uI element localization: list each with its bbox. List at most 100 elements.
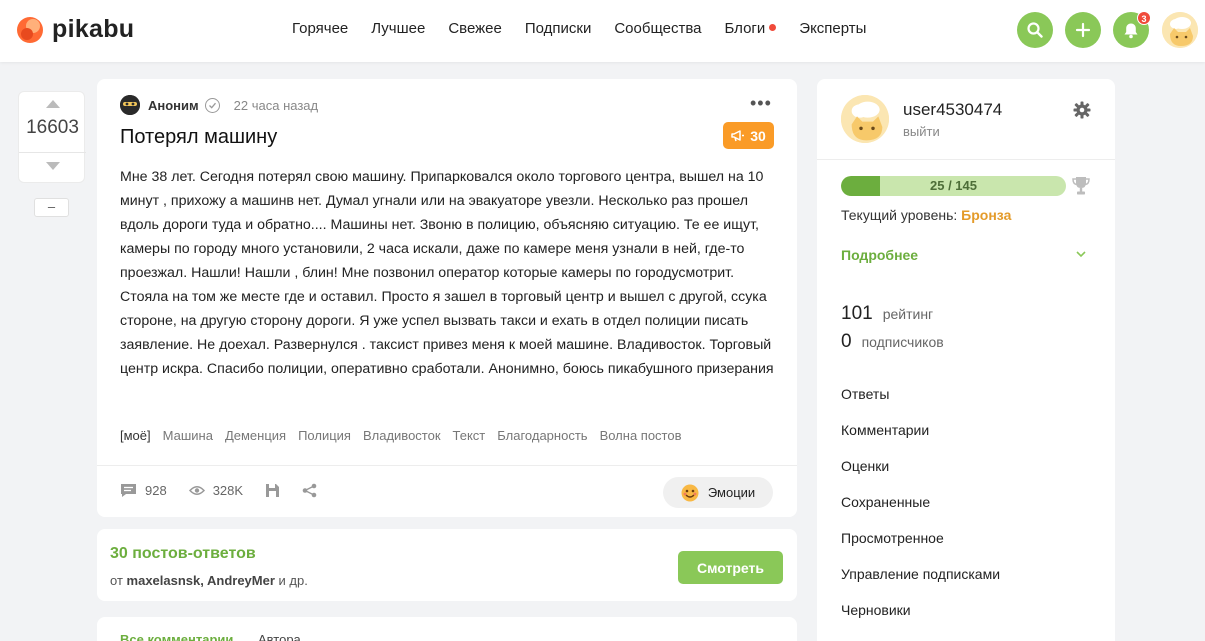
post-rating: 16603 <box>18 91 86 183</box>
level-progress-text: 25 / 145 <box>930 178 977 193</box>
save-button[interactable] <box>265 483 280 498</box>
sidebar-avatar[interactable] <box>841 95 889 143</box>
floppy-save-icon <box>266 484 280 497</box>
share-button[interactable] <box>302 483 317 498</box>
rating-stat-label: рейтинг <box>882 306 934 322</box>
subscribers-stat-label: подписчиков <box>861 334 944 350</box>
menu-saved[interactable]: Сохраненные <box>841 494 930 510</box>
answers-authors[interactable]: maxelasnsk, AndreyMer <box>127 573 275 588</box>
promo-value: 30 <box>750 127 766 144</box>
search-icon <box>1027 22 1043 38</box>
logo-text: pikabu <box>52 15 135 43</box>
tag-item[interactable]: Текст <box>453 428 486 443</box>
anonymous-avatar-icon[interactable] <box>120 95 140 115</box>
eye-icon <box>188 486 205 495</box>
nav-hot[interactable]: Горячее <box>292 20 348 37</box>
top-header: pikabu Горячее Лучшее Свежее Подписки Со… <box>0 0 1205 62</box>
notifications-button[interactable]: 3 <box>1113 11 1151 48</box>
comment-icon <box>121 484 136 497</box>
megaphone-icon <box>731 130 745 142</box>
pikabu-logo-icon <box>17 16 43 43</box>
nav-fresh[interactable]: Свежее <box>448 20 502 37</box>
trophy-icon[interactable] <box>1072 176 1090 196</box>
tab-author-comments[interactable]: Автора <box>258 632 301 641</box>
menu-manage-subscriptions[interactable]: Управление подписками <box>841 566 1000 582</box>
nav-blogs[interactable]: Блоги <box>724 20 777 37</box>
current-level-name[interactable]: Бронза <box>961 207 1011 223</box>
share-icon <box>302 483 317 498</box>
tag-item[interactable]: [моё] <box>120 428 151 443</box>
comments-section: Все комментарии Автора <box>97 617 797 641</box>
username[interactable]: user4530474 <box>903 100 1002 120</box>
tag-item[interactable]: Полиция <box>298 428 351 443</box>
level-details-link[interactable]: Подробнее <box>841 247 918 263</box>
nav-best[interactable]: Лучшее <box>371 20 425 37</box>
main-nav: Горячее Лучшее Свежее Подписки Сообществ… <box>292 20 866 37</box>
current-level: Текущий уровень: Бронза <box>841 207 1011 223</box>
user-sidebar: user4530474 выйти 25 / 145 Текущий урове… <box>817 79 1115 641</box>
subscribers-stat-value: 0 <box>841 331 852 352</box>
tag-item[interactable]: Машина <box>163 428 213 443</box>
rating-stat: 101 рейтинг <box>841 303 933 325</box>
nav-communities[interactable]: Сообщества <box>614 20 701 37</box>
emotions-label: Эмоции <box>707 485 756 500</box>
menu-drafts[interactable]: Черновики <box>841 602 911 618</box>
post-time: 22 часа назад <box>233 97 319 113</box>
tag-item[interactable]: Волна постов <box>600 428 682 443</box>
menu-answers[interactable]: Ответы <box>841 386 889 402</box>
sidebar-divider <box>817 159 1115 160</box>
answer-posts-title[interactable]: 30 постов-ответов <box>110 545 256 563</box>
menu-viewed[interactable]: Просмотренное <box>841 530 944 546</box>
add-post-button[interactable] <box>1065 12 1101 48</box>
views-count: 328K <box>212 483 244 498</box>
story-title[interactable]: Потерял машину <box>120 126 277 149</box>
rating-divider <box>19 152 86 153</box>
downvote-icon[interactable] <box>45 160 61 172</box>
answer-posts-card: 30 постов-ответов от maxelasnsk, AndreyM… <box>97 529 797 601</box>
tag-item[interactable]: Деменция <box>225 428 286 443</box>
rating-stat-value: 101 <box>841 303 873 324</box>
story-text: Мне 38 лет. Сегодня потерял свою машину.… <box>120 169 774 377</box>
view-answers-button[interactable]: Смотреть <box>678 551 783 584</box>
nav-experts[interactable]: Эксперты <box>799 20 866 37</box>
menu-comments[interactable]: Комментарии <box>841 422 929 438</box>
level-progress-bar: 25 / 145 <box>841 176 1066 196</box>
comments-count: 928 <box>145 483 167 498</box>
notification-badge: 3 <box>1137 11 1151 25</box>
cat-chef-avatar-icon <box>1162 12 1198 48</box>
tag-item[interactable]: Благодарность <box>497 428 587 443</box>
new-dot-icon <box>769 24 777 31</box>
search-button[interactable] <box>1017 12 1053 48</box>
promo-button[interactable]: 30 <box>723 122 774 149</box>
story-footer: 928 328K <box>120 483 339 498</box>
verified-check-icon <box>204 97 220 113</box>
emoji-face-icon <box>681 484 699 501</box>
answer-posts-authors: от maxelasnsk, AndreyMer и др. <box>110 573 308 588</box>
emotions-button[interactable]: Эмоции <box>663 477 773 508</box>
hide-post-button[interactable]: – <box>34 198 69 217</box>
nav-subscriptions[interactable]: Подписки <box>525 20 592 37</box>
nav-blogs-label: Блоги <box>724 20 766 37</box>
more-options-icon[interactable]: ••• <box>750 93 772 114</box>
current-level-label: Текущий уровень: <box>841 207 958 223</box>
author-name[interactable]: Аноним <box>148 98 199 113</box>
plus-icon <box>1075 22 1091 38</box>
menu-ratings[interactable]: Оценки <box>841 458 889 474</box>
story-author-row: Аноним 22 часа назад <box>120 95 318 115</box>
views-counter: 328K <box>188 483 244 498</box>
chevron-down-icon[interactable] <box>1075 248 1087 260</box>
tag-item[interactable]: Владивосток <box>363 428 441 443</box>
rating-value: 16603 <box>26 117 79 138</box>
story-card: Аноним 22 часа назад ••• Потерял машину … <box>97 79 797 517</box>
tab-all-comments[interactable]: Все комментарии <box>120 632 233 641</box>
upvote-icon[interactable] <box>45 98 61 110</box>
logout-link[interactable]: выйти <box>903 124 940 139</box>
comments-link[interactable]: 928 <box>120 483 167 498</box>
pikabu-logo[interactable]: pikabu <box>16 15 134 44</box>
cat-chef-avatar-icon <box>841 95 889 143</box>
bell-icon <box>1124 23 1138 38</box>
answers-prefix: от <box>110 573 123 588</box>
story-divider <box>97 465 797 466</box>
user-avatar[interactable] <box>1162 12 1198 48</box>
gear-icon[interactable] <box>1073 101 1091 119</box>
